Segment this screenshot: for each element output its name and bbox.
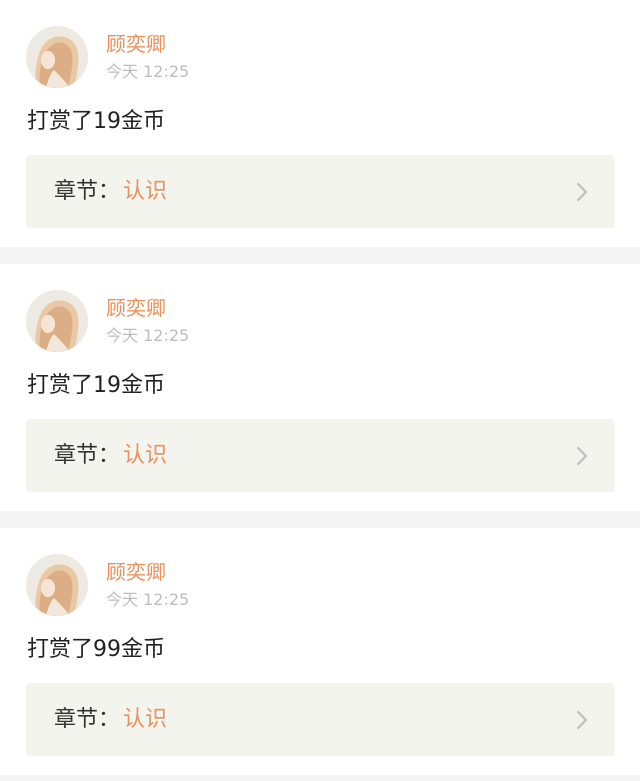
username[interactable]: 顾奕卿 <box>106 32 166 56</box>
user-avatar[interactable] <box>26 290 88 352</box>
user-avatar[interactable] <box>26 26 88 88</box>
post-time: 今天 12:25 <box>106 62 190 81</box>
reward-message: 打赏了19金币 <box>27 373 165 398</box>
chapter-name: 认识 <box>123 179 168 204</box>
post-time: 今天 12:25 <box>106 590 190 609</box>
username[interactable]: 顾奕卿 <box>106 296 166 320</box>
post-time: 今天 12:25 <box>106 326 190 345</box>
chapter-link[interactable]: 章节： 认识 <box>26 683 615 756</box>
user-avatar[interactable] <box>26 554 88 616</box>
card-divider <box>0 775 640 781</box>
reward-message: 打赏了19金币 <box>27 109 165 134</box>
username[interactable]: 顾奕卿 <box>106 560 166 584</box>
reward-message: 打赏了99金币 <box>27 637 165 662</box>
chevron-right-icon <box>576 710 588 730</box>
chapter-label: 章节： <box>54 179 121 204</box>
card-divider <box>0 511 640 528</box>
avatar-image <box>26 290 88 352</box>
reward-post-card: 顾奕卿 今天 12:25 打赏了19金币 章节： 认识 <box>0 264 640 511</box>
avatar-image <box>26 26 88 88</box>
reward-post-card: 顾奕卿 今天 12:25 打赏了99金币 章节： 认识 <box>0 528 640 775</box>
card-divider <box>0 247 640 264</box>
chapter-name: 认识 <box>123 443 168 468</box>
chapter-label: 章节： <box>54 443 121 468</box>
chevron-right-icon <box>576 182 588 202</box>
chapter-link[interactable]: 章节： 认识 <box>26 419 615 492</box>
chevron-right-icon <box>576 446 588 466</box>
reward-post-card: 顾奕卿 今天 12:25 打赏了19金币 章节： 认识 <box>0 0 640 247</box>
chapter-link[interactable]: 章节： 认识 <box>26 155 615 228</box>
avatar-image <box>26 554 88 616</box>
chapter-name: 认识 <box>123 707 168 732</box>
chapter-label: 章节： <box>54 707 121 732</box>
reward-feed: 顾奕卿 今天 12:25 打赏了19金币 章节： 认识 顾奕卿 今天 12:25… <box>0 0 640 781</box>
